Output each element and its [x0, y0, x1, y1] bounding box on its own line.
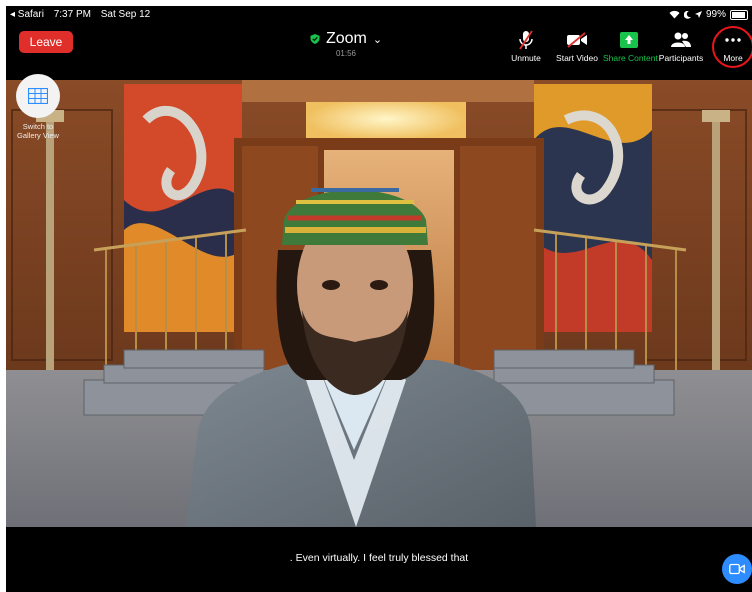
status-date: Sat Sep 12: [100, 9, 151, 20]
switch-gallery-view-label: Switch to Gallery View: [17, 122, 59, 140]
participants-icon: [671, 32, 691, 47]
closed-caption-text: . Even virtually. I feel truly blessed t…: [289, 552, 469, 564]
unmute-button[interactable]: Unmute: [505, 28, 547, 63]
battery-percent: 99%: [705, 9, 726, 20]
status-time: 7:37 PM: [53, 9, 91, 20]
caption-bar: . Even virtually. I feel truly blessed t…: [6, 527, 752, 592]
video-feed[interactable]: [6, 80, 752, 527]
meeting-title: Zoom: [325, 30, 367, 47]
back-to-safari[interactable]: ◂ Safari: [10, 9, 44, 20]
meeting-title-row: Zoom ⌄: [246, 30, 446, 48]
unmute-label: Unmute: [511, 53, 541, 63]
meeting-toolbar: Leave Zoom ⌄ 01:56 Unmute Start Video Sh…: [6, 24, 752, 70]
meeting-timer: 01:56: [335, 49, 357, 58]
camera-icon: [729, 563, 745, 575]
ipad-screen: ◂ Safari 7:37 PM Sat Sep 12 99% Leave Zo…: [6, 6, 752, 592]
participants-label: Participants: [658, 53, 704, 63]
speaker-video-scene: [6, 80, 752, 527]
chevron-down-icon: ⌄: [372, 33, 383, 46]
start-video-label: Start Video: [556, 53, 598, 63]
moon-icon: [683, 10, 691, 19]
location-icon: [694, 11, 702, 18]
more-highlight-circle: [712, 26, 752, 68]
muted-microphone-icon: [519, 30, 533, 50]
switch-gallery-view-button[interactable]: [16, 74, 60, 118]
video-off-icon: [567, 32, 587, 48]
start-video-button[interactable]: Start Video: [556, 28, 598, 63]
leave-button[interactable]: Leave: [19, 31, 73, 53]
battery-icon: [730, 9, 748, 20]
share-content-label: Share Content: [603, 53, 658, 63]
share-content-button[interactable]: Share Content: [603, 28, 658, 63]
chat-bubble-button[interactable]: [722, 554, 752, 584]
wifi-icon: [669, 10, 680, 19]
share-screen-icon: [620, 32, 638, 48]
shield-icon: [310, 34, 320, 44]
status-right: 99%: [669, 9, 748, 20]
gallery-grid-icon: [28, 88, 48, 104]
participants-button[interactable]: Participants: [658, 28, 704, 63]
meeting-title-area[interactable]: Zoom ⌄ 01:56: [246, 30, 446, 58]
status-bar: ◂ Safari 7:37 PM Sat Sep 12 99%: [6, 6, 752, 24]
status-left: ◂ Safari 7:37 PM Sat Sep 12: [10, 9, 157, 20]
